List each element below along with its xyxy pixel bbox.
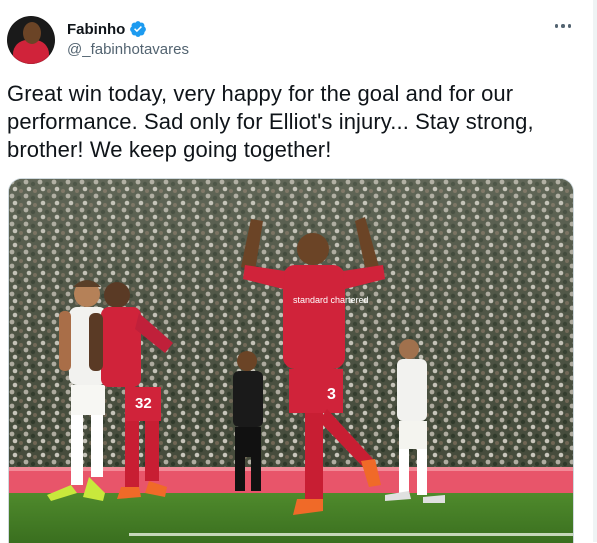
verified-badge-icon — [130, 21, 147, 37]
author-name-row: Fabinho — [67, 20, 147, 38]
svg-text:32: 32 — [135, 395, 152, 412]
avatar[interactable] — [7, 16, 55, 64]
tweet-photo[interactable]: 32 standard chartered 3 — [8, 178, 574, 543]
svg-text:3: 3 — [327, 386, 336, 403]
timeline-border — [593, 0, 597, 542]
more-horizontal-icon[interactable] — [553, 16, 573, 36]
svg-text:standard chartered: standard chartered — [293, 295, 369, 305]
author-handle[interactable]: @_fabinhotavares — [67, 41, 189, 58]
tweet-text: Great win today, very happy for the goal… — [7, 81, 534, 162]
author-display-name[interactable]: Fabinho — [67, 21, 125, 38]
